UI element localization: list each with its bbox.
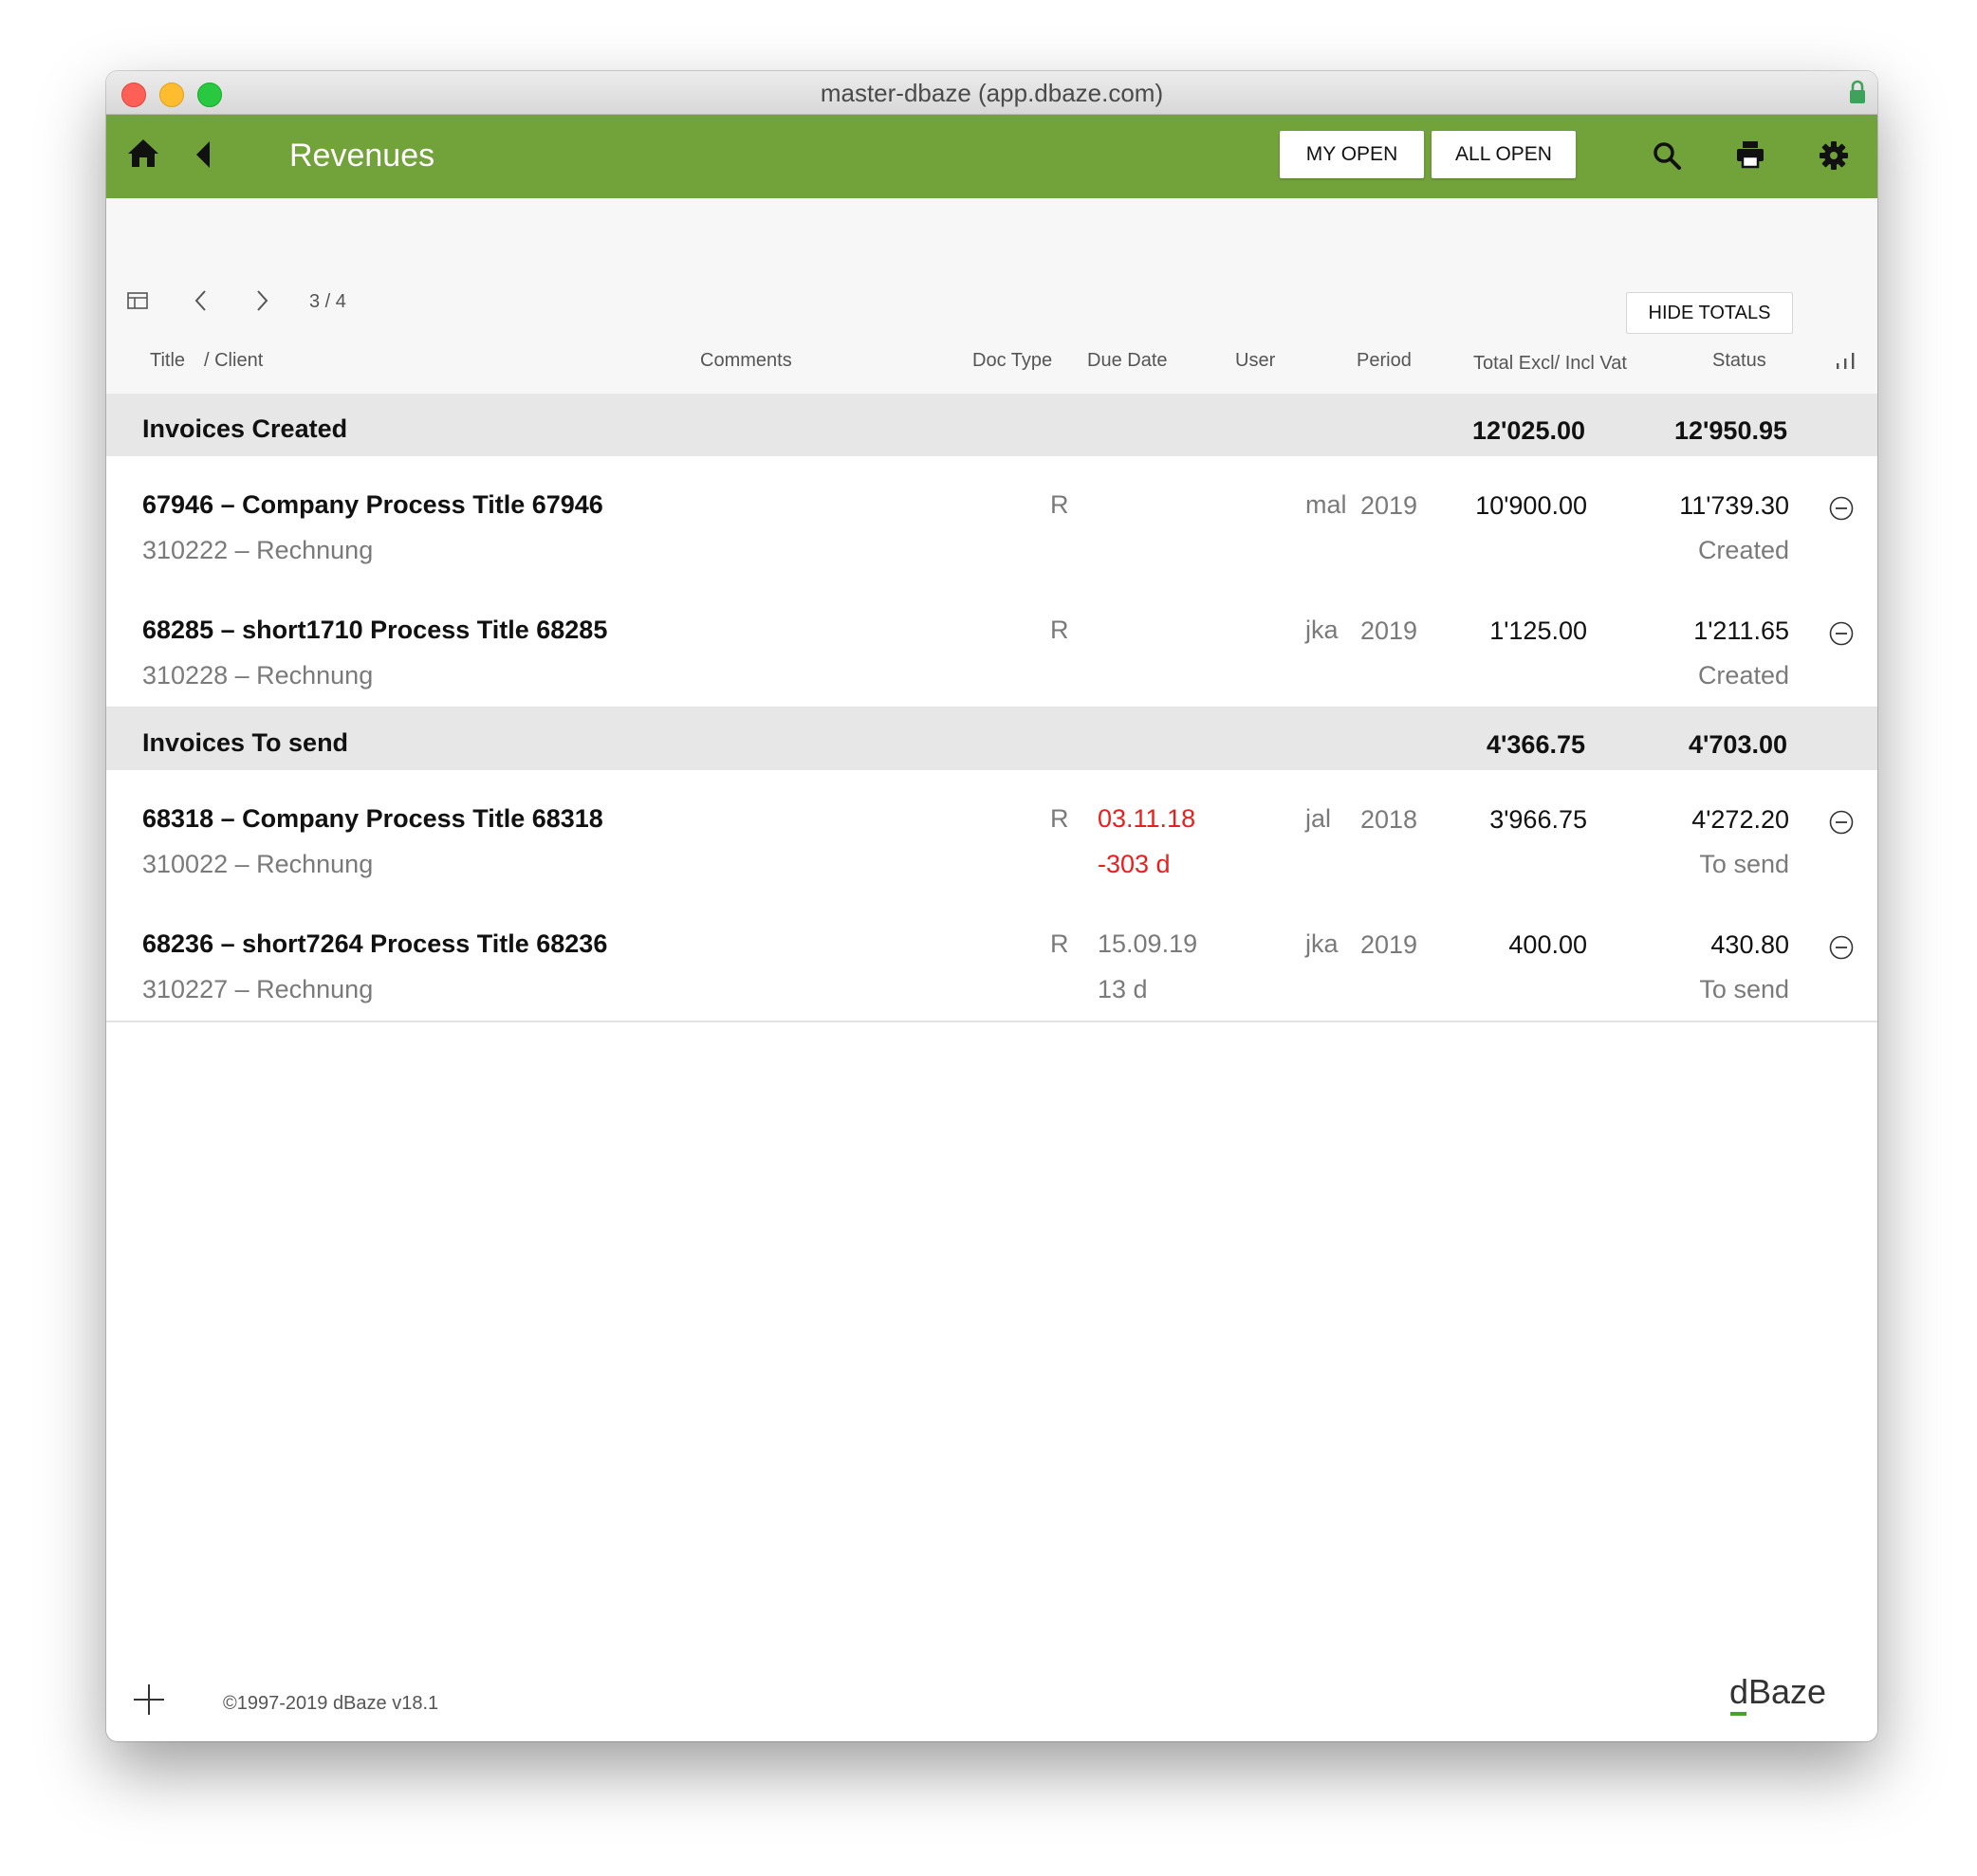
- minus-circle-icon[interactable]: [1829, 935, 1854, 960]
- row-status: Created: [1697, 661, 1789, 690]
- brand-logo: dBaze: [1729, 1672, 1827, 1711]
- table-row[interactable]: 68236 – short7264 Process Title 68236 31…: [106, 895, 1877, 1022]
- row-total-excl: 10'900.00: [1475, 491, 1587, 520]
- group-title: Invoices Created: [142, 414, 348, 443]
- row-doc-type: R: [1050, 490, 1069, 519]
- row-client: 310022 – Rechnung: [142, 850, 374, 878]
- print-icon[interactable]: [1736, 140, 1765, 169]
- row-doc-type: R: [1050, 804, 1069, 833]
- row-period: 2019: [1360, 616, 1418, 645]
- row-due-days: -303 d: [1098, 850, 1171, 878]
- group-total-excl: 4'366.75: [1486, 730, 1585, 759]
- hide-totals-button[interactable]: HIDE TOTALS: [1626, 292, 1793, 334]
- minus-circle-icon[interactable]: [1829, 621, 1854, 646]
- row-total-incl: 1'211.65: [1693, 616, 1789, 645]
- row-client: 310228 – Rechnung: [142, 661, 374, 690]
- home-icon[interactable]: [127, 138, 159, 168]
- row-client: 310227 – Rechnung: [142, 975, 374, 1003]
- row-user: jal: [1305, 804, 1332, 833]
- row-user: mal: [1305, 490, 1347, 519]
- row-doc-type: R: [1050, 616, 1069, 644]
- group-total-incl: 4'703.00: [1688, 730, 1787, 759]
- row-period: 2018: [1360, 805, 1418, 834]
- row-user: jka: [1305, 616, 1339, 644]
- row-due-days: 13 d: [1098, 975, 1148, 1003]
- minus-circle-icon[interactable]: [1829, 496, 1854, 521]
- row-period: 2019: [1360, 491, 1418, 520]
- row-client: 310222 – Rechnung: [142, 536, 374, 564]
- column-header-due-date[interactable]: Due Date: [1087, 350, 1168, 372]
- row-due-date: 03.11.18: [1098, 804, 1196, 833]
- brand-accent-bar: [1730, 1712, 1746, 1716]
- chevron-left-icon[interactable]: [194, 289, 207, 312]
- row-doc-type: R: [1050, 929, 1069, 958]
- minus-circle-icon[interactable]: [1829, 810, 1854, 835]
- row-due-date: 15.09.19: [1098, 929, 1198, 958]
- page-title: Revenues: [289, 138, 435, 174]
- search-icon[interactable]: [1652, 140, 1682, 171]
- row-user: jka: [1305, 929, 1339, 958]
- row-status: To send: [1699, 975, 1789, 1003]
- group-header-invoices-to-send[interactable]: Invoices To send 4'366.75 4'703.00: [106, 708, 1877, 770]
- back-icon[interactable]: [194, 139, 212, 170]
- list-toolbar: 3 / 4 HIDE TOTALS Title / Client Comment…: [106, 198, 1877, 394]
- column-header-status[interactable]: Status: [1712, 350, 1766, 372]
- all-open-filter-button[interactable]: ALL OPEN: [1432, 131, 1576, 178]
- table-row[interactable]: 68318 – Company Process Title 68318 3100…: [106, 770, 1877, 897]
- column-header-user[interactable]: User: [1235, 350, 1275, 372]
- row-status: Created: [1697, 536, 1789, 564]
- copyright-text: ©1997-2019 dBaze v18.1: [223, 1693, 439, 1714]
- app-window: master-dbaze (app.dbaze.com) Revenues MY…: [106, 71, 1877, 1741]
- column-header-title[interactable]: Title: [150, 350, 185, 372]
- row-title: 68318 – Company Process Title 68318: [142, 804, 603, 833]
- window-title: master-dbaze (app.dbaze.com): [820, 79, 1164, 107]
- row-status: To send: [1699, 850, 1789, 878]
- add-icon[interactable]: [133, 1683, 165, 1716]
- row-total-excl: 1'125.00: [1489, 616, 1587, 645]
- column-header-doc-type[interactable]: Doc Type: [972, 350, 1052, 372]
- row-title: 67946 – Company Process Title 67946: [142, 490, 603, 519]
- row-period: 2019: [1360, 930, 1418, 959]
- group-total-incl: 12'950.95: [1673, 416, 1787, 445]
- table-row[interactable]: 68285 – short1710 Process Title 68285 31…: [106, 581, 1877, 708]
- page-indicator: 3 / 4: [309, 291, 346, 312]
- title-bar: master-dbaze (app.dbaze.com): [106, 71, 1877, 115]
- row-total-incl: 430.80: [1710, 930, 1789, 959]
- row-total-excl: 3'966.75: [1489, 805, 1587, 834]
- column-header-total[interactable]: Total Excl/ Incl Vat: [1473, 353, 1627, 375]
- group-title: Invoices To send: [142, 728, 349, 757]
- table-row[interactable]: 67946 – Company Process Title 67946 3102…: [106, 456, 1877, 583]
- column-header-client[interactable]: / Client: [204, 350, 263, 372]
- row-total-excl: 400.00: [1508, 930, 1587, 959]
- row-title: 68285 – short1710 Process Title 68285: [142, 616, 608, 644]
- group-header-invoices-created[interactable]: Invoices Created 12'025.00 12'950.95: [106, 394, 1877, 456]
- row-title: 68236 – short7264 Process Title 68236: [142, 929, 608, 958]
- gear-icon[interactable]: [1819, 140, 1849, 171]
- chevron-right-icon[interactable]: [256, 289, 269, 312]
- column-layout-icon[interactable]: [127, 292, 148, 309]
- lock-icon: [1850, 80, 1865, 103]
- row-total-incl: 11'739.30: [1679, 491, 1789, 520]
- my-open-filter-button[interactable]: MY OPEN: [1280, 131, 1424, 178]
- row-total-incl: 4'272.20: [1691, 805, 1789, 834]
- column-header-comments[interactable]: Comments: [700, 350, 792, 372]
- column-header-period[interactable]: Period: [1357, 350, 1412, 372]
- group-total-excl: 12'025.00: [1471, 416, 1585, 445]
- column-chooser-icon[interactable]: [1836, 352, 1857, 371]
- app-header: Revenues MY OPEN ALL OPEN: [106, 115, 1877, 198]
